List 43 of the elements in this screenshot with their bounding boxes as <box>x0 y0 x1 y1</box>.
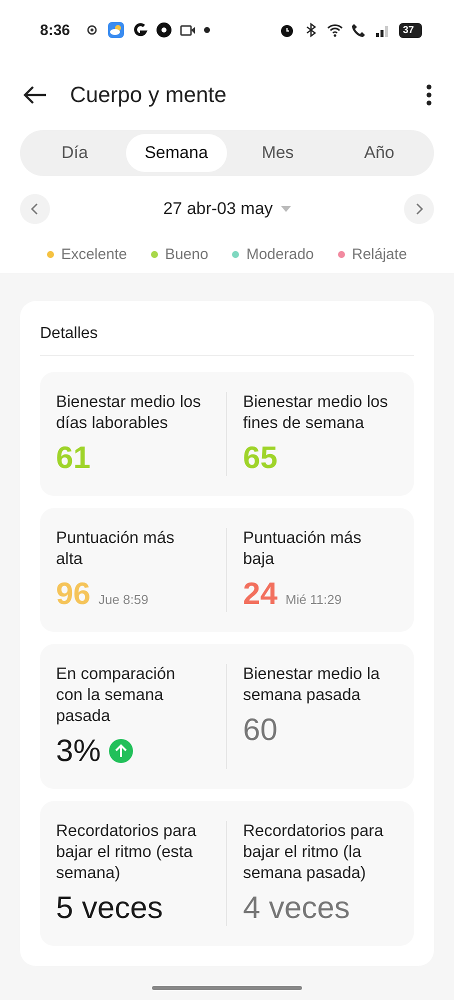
page-title: Cuerpo y mente <box>70 82 228 108</box>
dropdown-icon <box>280 206 291 212</box>
stat-time: Jue 8:59 <box>98 592 148 607</box>
app-icon <box>132 22 148 38</box>
legend-label: Excelente <box>61 246 127 263</box>
stat-value: 96 <box>56 576 90 612</box>
stat-label: Bienestar medio la semana pasada <box>243 664 381 706</box>
stat-value: 4 veces <box>243 890 350 926</box>
chevron-left-icon <box>30 202 40 216</box>
record-icon <box>156 22 172 38</box>
stat-value: 3% <box>56 733 101 769</box>
weather-icon <box>108 22 124 38</box>
stat-label: Puntuación más baja <box>243 528 362 570</box>
legend-label: Relájate <box>352 246 407 263</box>
stat-value: 5 veces <box>56 890 163 926</box>
stat-label: Bienestar medio los días laborables <box>56 392 202 434</box>
stat-value: 61 <box>56 440 90 476</box>
battery-level: 37 <box>398 22 422 38</box>
period-tab[interactable]: Semana <box>126 134 227 172</box>
dot-icon <box>204 27 210 33</box>
card-title: Detalles <box>40 321 414 356</box>
period-tab[interactable]: Mes <box>227 134 328 172</box>
stat-value: 24 <box>243 576 278 612</box>
stat-label: Puntuación más alta <box>56 528 176 570</box>
stat-value: 60 <box>243 712 278 748</box>
stat-value: 65 <box>243 440 278 476</box>
date-range-picker[interactable]: 27 abr-03 may <box>157 198 297 220</box>
legend-label: Bueno <box>164 246 208 263</box>
stat-label: En comparación con la semana pasada <box>56 664 176 727</box>
stat-label: Recordatorios para bajar el ritmo (la semana pasada) <box>243 821 384 884</box>
period-tab[interactable]: Año <box>328 134 430 172</box>
stat-label: Bienestar medio los fines de semana <box>243 392 389 434</box>
status-time: 8:36 <box>40 22 70 38</box>
back-icon[interactable] <box>22 85 48 105</box>
alarm-icon <box>278 22 295 38</box>
stat-time: Mié 11:29 <box>285 592 342 607</box>
phone-icon <box>350 22 367 38</box>
more-icon[interactable] <box>426 84 432 106</box>
legend-label: Moderado <box>246 246 314 263</box>
chevron-right-icon <box>414 202 424 216</box>
stat-label: Recordatorios para bajar el ritmo (esta semana) <box>56 821 198 884</box>
period-tab[interactable]: Día <box>24 134 126 172</box>
wifi-icon <box>326 22 343 38</box>
